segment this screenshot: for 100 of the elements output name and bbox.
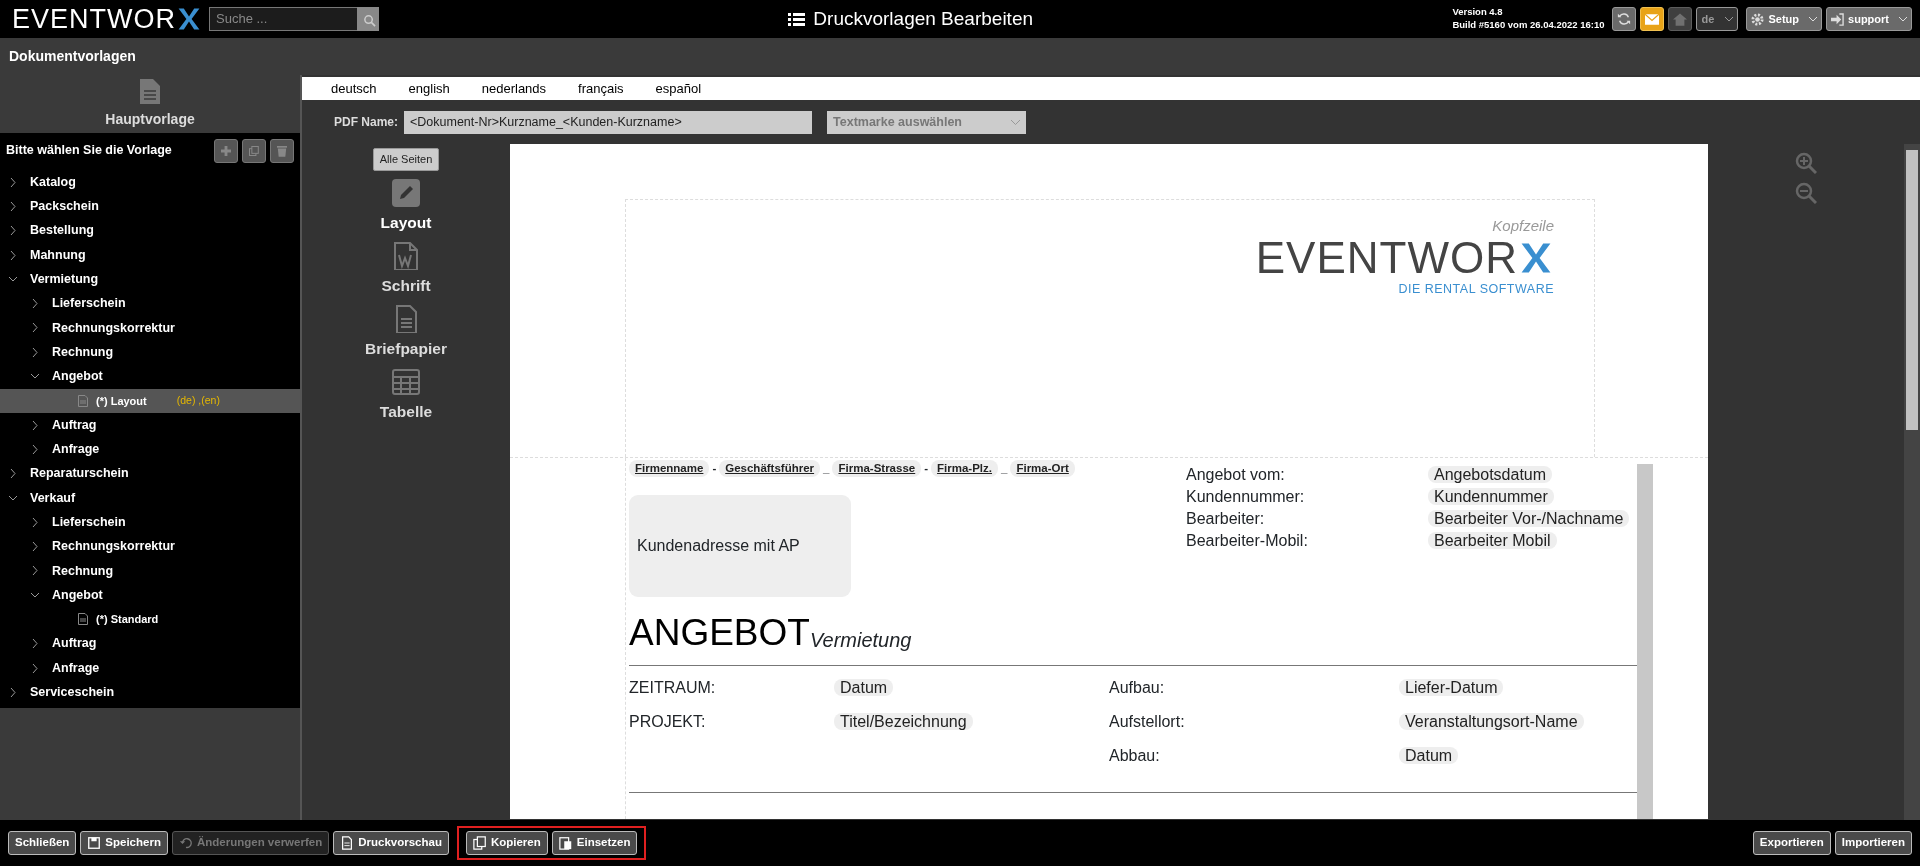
mail-button[interactable] <box>1640 7 1665 31</box>
detail-field: Datum <box>834 678 894 696</box>
footer-button[interactable]: Einsetzen <box>551 831 638 855</box>
footer-button[interactable]: Schließen <box>8 831 77 855</box>
table-icon <box>392 368 420 397</box>
tree-item[interactable]: Angebot <box>0 583 300 608</box>
tree-item[interactable]: Anfrage <box>0 655 300 681</box>
tree-item[interactable]: Verkauf <box>0 485 300 511</box>
zoom-in-icon[interactable] <box>1795 152 1817 174</box>
language-tags: (de) ,(en) <box>176 392 220 409</box>
tree-item[interactable]: (*) Layout (de) ,(en) <box>0 388 300 413</box>
company-field: Firma-Ort <box>1010 460 1075 478</box>
caret-icon <box>1809 16 1818 22</box>
tool-item[interactable]: Briefpapier <box>365 305 447 361</box>
language-tab[interactable]: english <box>408 78 467 99</box>
tree-item[interactable]: Rechnungskorrektur <box>0 315 300 341</box>
pdf-name-label: PDF Name: <box>334 114 398 131</box>
zoom-out-icon[interactable] <box>1795 182 1817 204</box>
build-text: Build #5160 vom 26.04.2022 16:10 <box>1452 19 1605 32</box>
tree-item[interactable]: (*) Standard <box>0 607 300 632</box>
tree-item[interactable]: Auftrag <box>0 412 300 438</box>
trash-icon <box>277 143 287 158</box>
footer-button[interactable]: Speichern <box>80 831 168 855</box>
language-tab[interactable]: français <box>578 78 641 99</box>
paste-icon <box>558 836 573 850</box>
company-field: Firma-Plz. <box>931 460 998 478</box>
tree-item[interactable]: Auftrag <box>0 631 300 656</box>
tree-item[interactable]: Anfrage <box>0 437 300 462</box>
tree-item[interactable]: Angebot <box>0 364 300 389</box>
list-icon <box>788 11 806 27</box>
tool-item[interactable]: Tabelle <box>379 368 433 424</box>
language-tab[interactable]: nederlands <box>481 78 564 99</box>
tree-item[interactable]: Rechnungskorrektur <box>0 534 300 559</box>
info-field: Angebotsdatum <box>1428 466 1553 483</box>
detail-field: Datum <box>1399 746 1459 764</box>
tree-item[interactable]: Rechnung <box>0 558 300 584</box>
tree-item[interactable]: Serviceschein <box>0 680 300 705</box>
tree-item[interactable]: Packschein <box>0 194 300 219</box>
info-label: Kundennummer: <box>1186 487 1306 507</box>
language-tab[interactable]: español <box>655 78 719 99</box>
page-title: Druckvorlagen Bearbeiten <box>813 6 1034 31</box>
user-menu-button[interactable]: support <box>1826 7 1912 31</box>
mail-icon <box>1645 13 1660 25</box>
scrollbar[interactable] <box>1637 464 1653 819</box>
x-mark-icon <box>176 6 202 32</box>
all-pages-button[interactable]: Alle Seiten <box>372 148 440 171</box>
detail-label: ZEITRAUM: <box>629 677 717 698</box>
language-select[interactable]: de <box>1696 7 1739 31</box>
company-field: Geschäftsführer <box>719 460 821 478</box>
tree-item[interactable]: Lieferschein <box>0 291 300 316</box>
tree-item[interactable]: Reparaturschein <box>0 461 300 486</box>
add-button[interactable] <box>214 138 238 163</box>
search-button[interactable] <box>357 7 379 31</box>
tree-item[interactable]: Bestellung <box>0 218 300 243</box>
tree-item[interactable]: Rechnung <box>0 340 300 365</box>
home-icon <box>1673 12 1688 26</box>
tool-item[interactable]: Layout <box>380 178 432 234</box>
separator-text: - <box>712 461 717 476</box>
tree-item[interactable]: Mahnung <box>0 242 300 268</box>
detail-field: Veranstaltungsort-Name <box>1399 712 1584 730</box>
refresh-button[interactable] <box>1612 7 1637 31</box>
search-field[interactable]: Suche ... <box>209 7 357 31</box>
detail-label: Abbau: <box>1109 745 1161 766</box>
tree-prompt: Bitte wählen Sie die Vorlage <box>6 142 172 160</box>
document-icon <box>78 613 88 626</box>
footer-button[interactable]: Importieren <box>1834 831 1912 855</box>
tool-item[interactable]: Schrift <box>381 241 431 297</box>
info-field: Kundennummer <box>1428 488 1554 505</box>
section-title: Dokumentvorlagen <box>9 47 136 66</box>
plus-icon <box>221 143 231 158</box>
delete-button[interactable] <box>270 138 294 163</box>
scrollbar-thumb[interactable] <box>1906 150 1918 430</box>
tree-item[interactable]: Katalog <box>0 170 300 195</box>
logo-text: EVENTWOR <box>1255 235 1518 280</box>
undo-icon <box>178 836 193 850</box>
separator-text: _ <box>823 461 830 476</box>
setup-button[interactable]: Setup <box>1746 7 1823 31</box>
info-label: Bearbeiter: <box>1186 509 1266 529</box>
duplicate-button[interactable] <box>242 138 266 163</box>
version-text: Version 4.8 <box>1452 6 1504 19</box>
info-field: Bearbeiter Vor-/Nachname <box>1428 510 1630 527</box>
company-field: Firmenname <box>629 460 710 478</box>
pdf-name-field[interactable]: <Dokument-Nr>Kurzname_<Kunden-Kurzname> <box>404 110 812 134</box>
caret-icon <box>1899 16 1907 22</box>
tree-item[interactable]: Lieferschein <box>0 510 300 535</box>
document-subheading: Vermietung <box>809 627 912 653</box>
tree-item[interactable]: Vermietung <box>0 267 300 292</box>
header-label: Kopfzeile <box>1492 216 1554 236</box>
caret-icon <box>1725 16 1734 22</box>
info-field: Bearbeiter Mobil <box>1428 532 1557 549</box>
main-template-item[interactable]: Hauptvorlage <box>0 75 300 133</box>
footer-button[interactable]: Druckvorschau <box>333 831 449 855</box>
info-label: Bearbeiter-Mobil: <box>1186 531 1309 551</box>
footer-button[interactable]: Kopieren <box>465 831 548 855</box>
document-heading: ANGEBOT <box>629 611 810 656</box>
copy-icon <box>249 143 259 158</box>
language-tab[interactable]: deutsch <box>331 78 394 99</box>
search-icon <box>363 14 376 28</box>
caret-icon <box>1011 119 1020 125</box>
footer-button[interactable]: Exportieren <box>1752 831 1831 855</box>
